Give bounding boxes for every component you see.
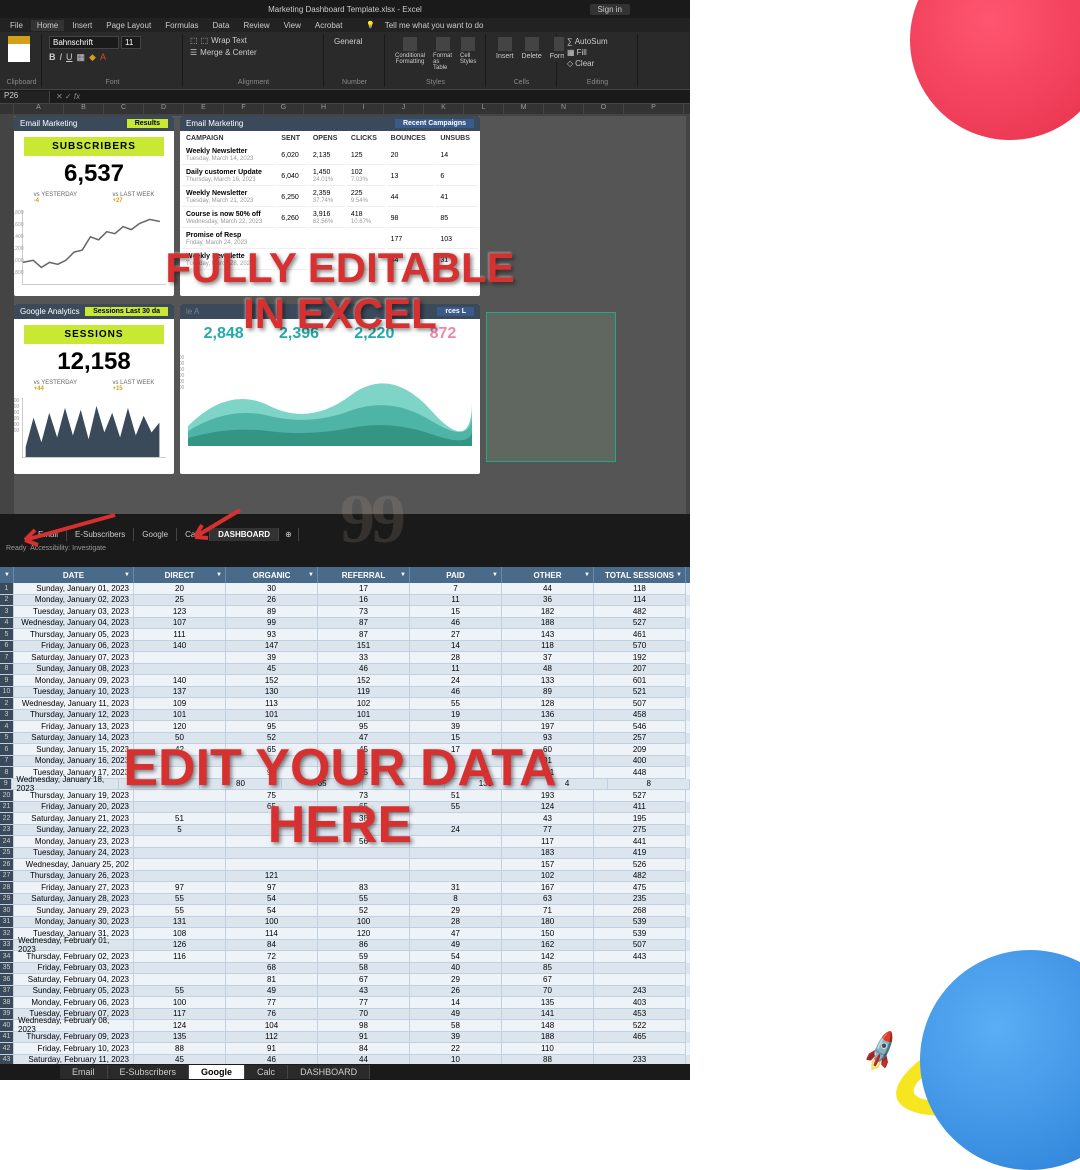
underline-button[interactable]: U [66,52,73,63]
menu-file[interactable]: File [4,20,29,31]
name-box[interactable]: P26 [0,91,50,103]
insert-button[interactable]: Insert [493,36,517,61]
menu-acrobat[interactable]: Acrobat [309,20,349,31]
excel-window-bottom: DATEDIRECTORGANICREFERRALPAIDOTHERTOTAL … [0,555,690,1080]
formula-bar: P26 ✕ ✓ fx [0,90,690,104]
ribbon: Clipboard B I U ▦ ◆ A Font [0,32,690,90]
align-top-icon[interactable]: ⬚ [190,36,198,45]
tab-email[interactable]: Email [60,1065,108,1079]
arrow-icon [10,510,120,550]
arrow-icon [180,505,250,545]
subscribers-card: Email MarketingResults SUBSCRIBERS 6,537… [14,116,174,296]
sessions-chart: 600500400300200100 [22,398,166,458]
menu-view[interactable]: View [278,20,307,31]
titlebar: Marketing Dashboard Template.xlsx - Exce… [0,0,690,18]
italic-button[interactable]: I [60,52,63,63]
cond-format-button[interactable]: Conditional Formatting [392,36,428,72]
sources-chart: 6005004003002001000 [188,355,472,445]
new-sheet-button[interactable]: ⊕ [279,528,299,541]
menu-insert[interactable]: Insert [66,20,98,31]
data-table-header: DATEDIRECTORGANICREFERRALPAIDOTHERTOTAL … [0,567,690,583]
subscribers-label: SUBSCRIBERS [24,137,164,156]
rocket-icon: 🚀 [858,1030,905,1076]
sources-card: le Arces L 2,8482,3962,220872 6005004003… [180,304,480,474]
menu-review[interactable]: Review [237,20,275,31]
selected-cell-range[interactable] [486,312,616,462]
paste-icon[interactable] [8,36,30,62]
menu-page-layout[interactable]: Page Layout [100,20,157,31]
menu-formulas[interactable]: Formulas [159,20,204,31]
sign-in-button[interactable]: Sign in [590,4,630,15]
menu-home[interactable]: Home [31,20,64,31]
fill-button[interactable]: ▦ Fill [564,47,631,58]
data-table-body[interactable]: 1Sunday, January 01, 20232030177441182Mo… [0,583,690,1066]
fill-color-button[interactable]: ◆ [89,52,96,63]
subscribers-value: 6,537 [14,158,174,190]
number-format-dropdown[interactable]: General [331,36,378,47]
font-color-button[interactable]: A [100,52,106,63]
column-headers: ABCDEFGHIJKLMNOP [0,104,690,114]
merge-center-button[interactable]: Merge & Center [200,48,256,57]
bold-button[interactable]: B [49,52,56,63]
menu-data[interactable]: Data [207,20,236,31]
tab-dashboard[interactable]: DASHBOARD [288,1065,370,1079]
font-name-input[interactable] [49,36,119,49]
tab-calc[interactable]: Calc [245,1065,288,1079]
tab-google[interactable]: Google [189,1065,245,1079]
align-mid-icon[interactable]: ⬚ [201,36,209,45]
menu-bar: File Home Insert Page Layout Formulas Da… [0,18,690,32]
tab-google[interactable]: Google [134,528,177,541]
window-title: Marketing Dashboard Template.xlsx - Exce… [268,5,422,14]
sessions-card: Google AnalyticsSessions Last 30 da SESS… [14,304,174,474]
promo-panel: AUTO CHANGE DASHBOARD ENTER YOUR DATA'HE… [690,0,1080,1080]
autosum-button[interactable]: ∑ AutoSum [564,36,631,47]
wrap-text-button[interactable]: Wrap Text [211,36,247,45]
delete-button[interactable]: Delete [519,36,545,61]
subscribers-chart: 6,8006,6006,4006,2006,0005,800 [22,210,166,285]
cell-styles-button[interactable]: Cell Styles [457,36,479,72]
planet-decoration [920,950,1080,1170]
sheet-tabs-bottom: Email E-Subscribers Google Calc DASHBOAR… [0,1064,690,1080]
red-circle-decoration [910,0,1080,140]
excel-window-top: Marketing Dashboard Template.xlsx - Exce… [0,0,690,555]
tab-esubscribers[interactable]: E-Subscribers [108,1065,190,1079]
campaigns-card: Email MarketingRecent Campaigns CAMPAIGN… [180,116,480,296]
font-size-input[interactable] [121,36,141,49]
fx-icon[interactable]: ✕ ✓ fx [50,92,86,101]
clear-button[interactable]: ◇ Clear [564,58,631,69]
format-table-button[interactable]: Format as Table [430,36,455,72]
watermark: 99 [340,480,402,560]
align-left-icon[interactable]: ☰ [190,48,197,57]
border-button[interactable]: ▦ [77,52,86,63]
tell-me[interactable]: 💡 Tell me what you want to do [360,19,495,32]
campaigns-table: CAMPAIGNSENTOPENSCLICKSBOUNCESUNSUBS Wee… [180,131,480,272]
